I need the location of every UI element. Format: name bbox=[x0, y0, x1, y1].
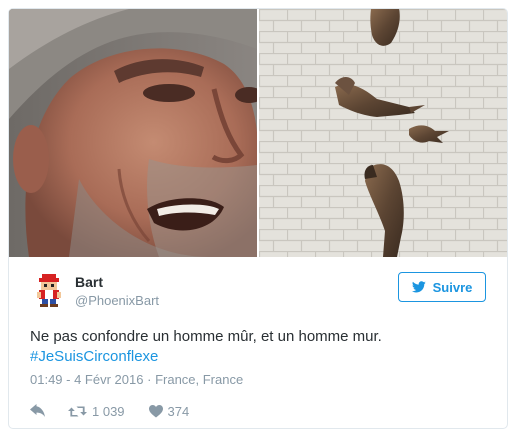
photo-wall-sculpture[interactable] bbox=[259, 9, 507, 257]
author-handle[interactable]: @PhoenixBart bbox=[75, 293, 159, 308]
tweet-media[interactable] bbox=[9, 9, 507, 257]
twitter-bird-icon bbox=[411, 281, 426, 293]
heart-icon bbox=[148, 404, 163, 417]
like-button[interactable]: 374 bbox=[148, 403, 190, 419]
tweet-card: Bart @PhoenixBart Suivre Ne pas confondr… bbox=[8, 8, 508, 429]
retweet-count: 1 039 bbox=[92, 403, 125, 419]
reply-button[interactable] bbox=[30, 404, 46, 418]
timestamp-link[interactable]: 01:49 - 4 Févr 2016 bbox=[30, 372, 143, 387]
reply-icon bbox=[30, 404, 45, 417]
retweet-icon bbox=[68, 406, 87, 416]
like-count: 374 bbox=[167, 403, 190, 419]
meta-separator: · bbox=[147, 372, 152, 387]
hashtag-link[interactable]: #JeSuisCirconflexe bbox=[30, 347, 490, 367]
author-display-name[interactable]: Bart bbox=[75, 274, 103, 290]
follow-button[interactable]: Suivre bbox=[398, 272, 486, 302]
tweet-text-line: Ne pas confondre un homme mûr, et un hom… bbox=[30, 328, 382, 345]
tweet-actions: 1 039 374 bbox=[30, 401, 189, 421]
follow-button-label: Suivre bbox=[432, 279, 473, 295]
location-link[interactable]: France, France bbox=[155, 372, 243, 387]
avatar[interactable] bbox=[30, 271, 68, 309]
photo-face[interactable] bbox=[9, 9, 257, 257]
tweet-meta: 01:49 - 4 Févr 2016 · France, France bbox=[30, 372, 243, 387]
tweet-text: Ne pas confondre un homme mûr, et un hom… bbox=[30, 327, 490, 367]
retweet-button[interactable]: 1 039 bbox=[68, 404, 125, 419]
